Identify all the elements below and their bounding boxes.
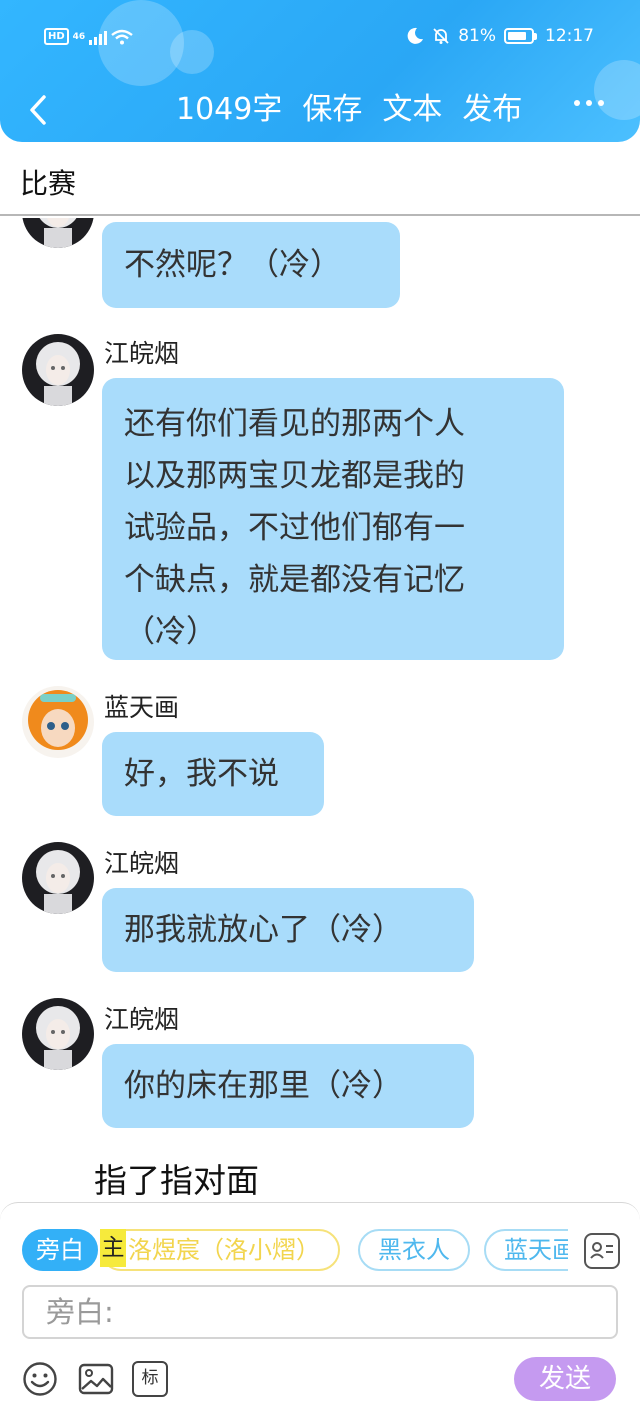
image-icon <box>78 1363 114 1395</box>
message-bubble[interactable]: 好，我不说 <box>102 732 324 816</box>
sender-name: 江皖烟 <box>104 1005 180 1034</box>
more-dot-icon <box>586 100 592 106</box>
more-button[interactable] <box>574 100 604 106</box>
message-text: 你的床在那里（冷） <box>124 1068 403 1104</box>
signal-icon <box>89 29 108 45</box>
sender-name: 蓝天画 <box>104 693 180 722</box>
more-dot-icon <box>574 100 580 106</box>
role-card-button[interactable] <box>584 1233 620 1269</box>
avatar[interactable] <box>22 842 94 914</box>
avatar-dark-character-icon <box>22 998 94 1070</box>
status-right: 81% 12:17 <box>406 26 594 46</box>
avatar[interactable] <box>22 334 94 406</box>
sender-name: 江皖烟 <box>104 849 180 878</box>
emoji-button[interactable] <box>22 1361 58 1397</box>
clock: 12:17 <box>545 26 594 46</box>
status-bar: HD 46 81% 12:17 <box>0 20 640 60</box>
network-type: 46 <box>72 31 86 42</box>
message-bubble[interactable]: 不然呢？（冷） <box>102 222 400 308</box>
role-chip[interactable]: 蓝天画 <box>484 1229 568 1271</box>
avatar-dark-character-icon <box>22 218 94 248</box>
main-role-tag: 主 <box>100 1229 126 1267</box>
save-button[interactable]: 保存 <box>302 90 362 130</box>
message-input[interactable] <box>22 1285 618 1339</box>
message-line: 以及那两宝贝龙都是我的 <box>124 458 465 494</box>
toolbar-items: 1049字 保存 文本 发布 <box>176 90 522 130</box>
story-title-row[interactable]: 比赛 <box>0 150 640 216</box>
message-text: 不然呢？（冷） <box>124 247 341 283</box>
message-line: 还有你们看见的那两个人 <box>124 406 465 442</box>
message-text: 那我就放心了（冷） <box>124 912 403 948</box>
message-text: 好，我不说 <box>124 756 279 792</box>
role-chip[interactable]: 黑衣人 <box>358 1229 470 1271</box>
message-bubble[interactable]: 那我就放心了（冷） <box>102 888 474 972</box>
more-dot-icon <box>598 100 604 106</box>
avatar[interactable] <box>22 218 94 248</box>
message-bubble[interactable]: 还有你们看见的那两个人 以及那两宝贝龙都是我的 试验品，不过他们郁有一 个缺点，… <box>102 378 564 660</box>
message-line: 个缺点，就是都没有记忆 <box>124 562 465 598</box>
wifi-icon <box>111 29 133 44</box>
input-panel: 旁白 洛煜宸（洛小熠） 主 黑衣人 蓝天画 标 发送 <box>0 1202 640 1415</box>
battery-icon <box>504 28 537 44</box>
page-title: 比赛 <box>20 167 77 200</box>
contact-card-icon <box>590 1242 613 1259</box>
message-line: 试验品，不过他们郁有一 <box>124 510 465 546</box>
hd-badge: HD <box>44 28 69 45</box>
message-list[interactable]: 不然呢？（冷） 江皖烟 还有你们看见的那两个人 以及那两宝贝龙都是我的 试验品，… <box>0 218 640 1202</box>
role-chip-main[interactable]: 洛煜宸（洛小熠） <box>100 1229 340 1271</box>
status-left: HD 46 <box>44 28 133 45</box>
chevron-left-icon <box>30 95 46 125</box>
role-chip-narrator[interactable]: 旁白 <box>22 1229 98 1271</box>
moon-icon <box>407 27 424 44</box>
mark-button[interactable]: 标 <box>132 1361 168 1397</box>
editor-toolbar: 1049字 保存 文本 发布 <box>0 86 640 134</box>
word-count: 1049字 <box>176 92 283 127</box>
smiley-icon <box>23 1362 57 1396</box>
app-header: HD 46 81% 12:17 1049字 保存 文本 发布 <box>0 0 640 142</box>
avatar-orange-hair-character-icon <box>22 686 94 758</box>
back-button[interactable] <box>20 90 56 130</box>
avatar[interactable] <box>22 998 94 1070</box>
publish-button[interactable]: 发布 <box>462 90 522 130</box>
text-button[interactable]: 文本 <box>382 90 442 130</box>
message-bubble[interactable]: 你的床在那里（冷） <box>102 1044 474 1128</box>
avatar-dark-character-icon <box>22 334 94 406</box>
avatar[interactable] <box>22 686 94 758</box>
image-button[interactable] <box>78 1361 114 1397</box>
mark-label: 标 <box>141 1368 159 1388</box>
bell-muted-icon <box>433 28 449 44</box>
send-button[interactable]: 发送 <box>514 1357 616 1401</box>
avatar-dark-character-icon <box>22 842 94 914</box>
role-selector: 旁白 洛煜宸（洛小熠） 主 黑衣人 蓝天画 <box>22 1229 568 1273</box>
sender-name: 江皖烟 <box>104 339 180 368</box>
message-line: （冷） <box>124 614 217 650</box>
battery-percent: 81% <box>458 26 496 46</box>
narration-text[interactable]: 指了指对面 <box>94 1154 259 1202</box>
